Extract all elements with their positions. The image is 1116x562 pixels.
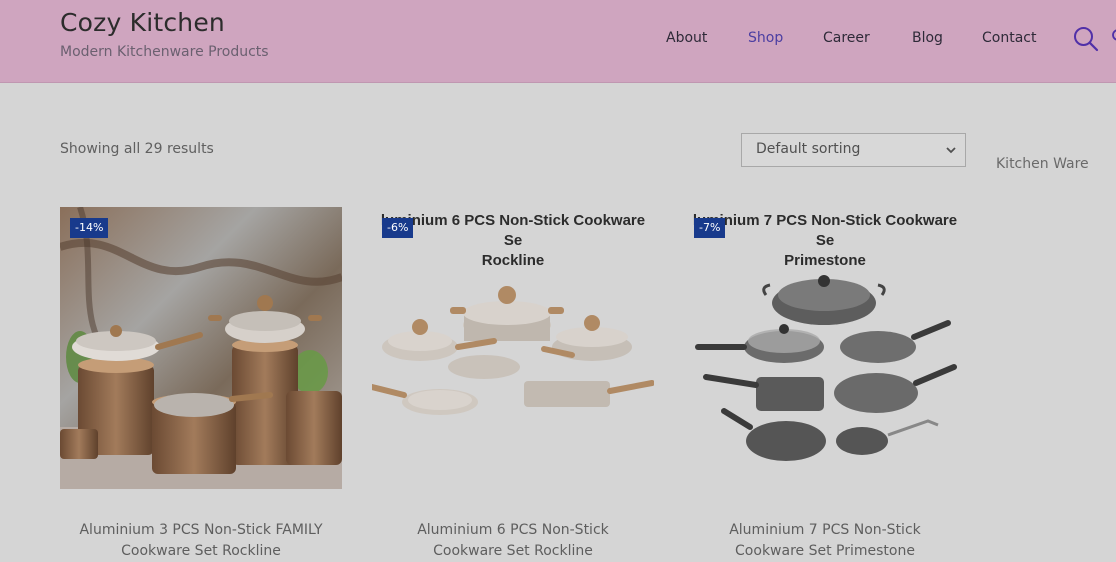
image-caption: luminium 7 PCS Non-Stick Cookware Se Pri… [684, 211, 966, 271]
image-caption-line-2: Rockline [481, 252, 545, 269]
product-title-line-1: Aluminium 3 PCS Non-Stick FAMILY [79, 522, 323, 538]
product-image[interactable]: -14% [60, 207, 342, 489]
product-title-line-2: Cookware Set Primestone [735, 543, 915, 559]
site-title[interactable]: Cozy Kitchen [60, 8, 225, 37]
product-title-line-2: Cookware Set Rockline [433, 543, 593, 559]
sorting-select[interactable]: Default sorting [741, 133, 966, 167]
nav-shop[interactable]: Shop [748, 30, 783, 46]
sale-badge: -6% [382, 218, 414, 238]
product-photo-3pcs [60, 207, 342, 489]
sale-badge: -7% [694, 218, 726, 238]
nav-career[interactable]: Career [823, 30, 870, 46]
image-caption-line-2: Primestone [784, 252, 866, 269]
sale-badge: -14% [70, 218, 109, 238]
account-icon[interactable] [1110, 25, 1116, 49]
image-caption-line-1: luminium 6 PCS Non-Stick Cookware Se [380, 212, 646, 249]
product-card: luminium 7 PCS Non-Stick Cookware Se Pri… [684, 207, 966, 559]
nav-contact[interactable]: Contact [982, 30, 1036, 46]
nav-about[interactable]: About [666, 30, 707, 46]
product-card: -14% Aluminium 3 PCS Non-Stick FAMILY Co… [60, 207, 342, 559]
product-title[interactable]: Aluminium 3 PCS Non-Stick FAMILY Cookwar… [60, 520, 342, 562]
product-title[interactable]: Aluminium 7 PCS Non-Stick Cookware Set P… [684, 520, 966, 562]
site-header: Cozy Kitchen Modern Kitchenware Products… [0, 0, 1116, 83]
sorting-selected-value: Default sorting [756, 141, 861, 157]
product-title-line-2: Cookware Set Rockline [121, 543, 281, 559]
results-count: Showing all 29 results [60, 141, 214, 157]
chevron-down-icon [946, 147, 956, 154]
image-caption: luminium 6 PCS Non-Stick Cookware Se Roc… [372, 211, 654, 271]
product-title-line-1: Aluminium 6 PCS Non-Stick [417, 522, 609, 538]
image-caption-line-1: luminium 7 PCS Non-Stick Cookware Se [692, 212, 958, 249]
product-card: luminium 6 PCS Non-Stick Cookware Se Roc… [372, 207, 654, 559]
sidebar-category-kitchen-ware[interactable]: Kitchen Ware [996, 156, 1089, 172]
product-image[interactable]: luminium 6 PCS Non-Stick Cookware Se Roc… [372, 207, 654, 489]
product-title[interactable]: Aluminium 6 PCS Non-Stick Cookware Set R… [372, 520, 654, 562]
search-icon[interactable] [1072, 25, 1100, 53]
site-tagline: Modern Kitchenware Products [60, 44, 269, 60]
product-title-line-1: Aluminium 7 PCS Non-Stick [729, 522, 921, 538]
nav-blog[interactable]: Blog [912, 30, 943, 46]
product-image[interactable]: luminium 7 PCS Non-Stick Cookware Se Pri… [684, 207, 966, 489]
